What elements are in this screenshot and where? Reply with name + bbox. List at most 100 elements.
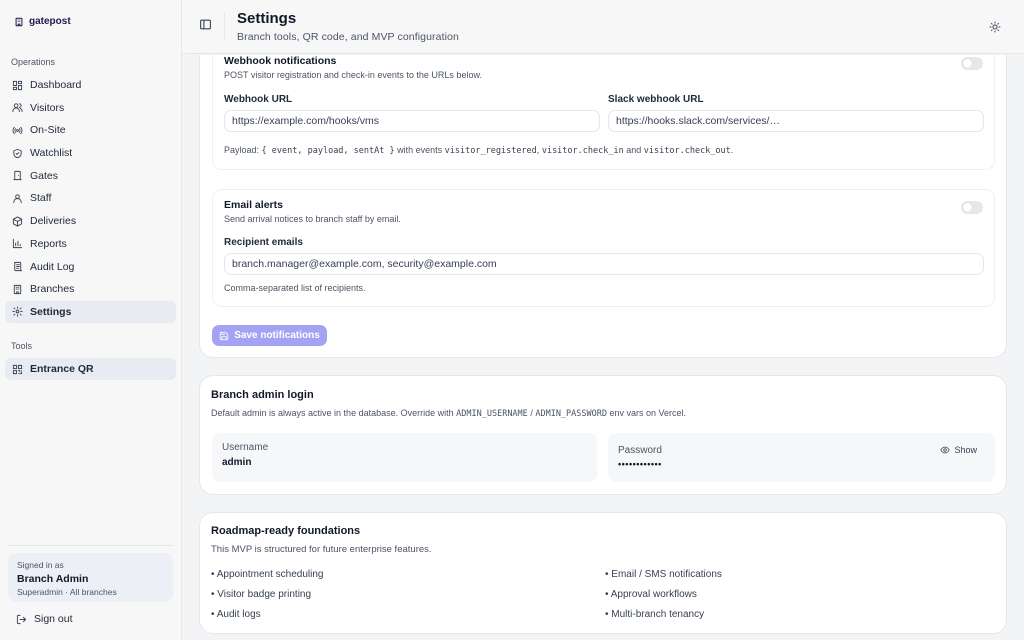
password-label: Password bbox=[618, 445, 662, 456]
sidebar-item-staff[interactable]: Staff bbox=[5, 187, 176, 209]
tools-nav: Entrance QR bbox=[5, 358, 176, 381]
sidebar-item-on-site[interactable]: On-Site bbox=[5, 119, 176, 141]
radio-icon bbox=[12, 126, 23, 135]
payload-end: . bbox=[730, 145, 734, 155]
recipient-emails-input[interactable]: branch.manager@example.com, security@exa… bbox=[224, 253, 984, 275]
signed-in-label: Signed in as bbox=[17, 560, 64, 570]
username-box: Username admin bbox=[212, 433, 597, 482]
sidebar-item-audit-log[interactable]: Audit Log bbox=[5, 256, 176, 278]
sidebar-item-label: Branches bbox=[30, 283, 75, 296]
event-check-out: visitor.check_out bbox=[643, 146, 731, 156]
sidebar-item-label: Audit Log bbox=[30, 260, 75, 273]
building-icon bbox=[15, 17, 23, 26]
group-label-tools: Tools bbox=[11, 341, 33, 351]
sidebar-divider bbox=[8, 545, 174, 546]
bar-chart-icon bbox=[12, 239, 23, 249]
payload-sep: , bbox=[536, 145, 540, 155]
show-password-button[interactable]: Show bbox=[940, 445, 977, 455]
sidebar-item-label: Settings bbox=[30, 305, 72, 318]
payload-mid: with events bbox=[397, 145, 443, 155]
notifications-card: Webhook notifications POST visitor regis… bbox=[199, 55, 1007, 358]
user-icon bbox=[13, 194, 22, 204]
gear-icon bbox=[12, 306, 23, 317]
recipient-emails-hint: Comma-separated list of recipients. bbox=[224, 283, 366, 293]
sidebar: gatepost Operations Dashboard Visitors O… bbox=[0, 0, 182, 640]
roadmap-item: • Visitor badge printing bbox=[211, 589, 312, 600]
sidebar-item-gates[interactable]: Gates bbox=[5, 165, 176, 187]
group-label-operations: Operations bbox=[11, 57, 56, 67]
eye-icon bbox=[940, 446, 951, 454]
payload-prefix: Payload: bbox=[224, 145, 260, 155]
theme-toggle-button[interactable] bbox=[985, 17, 1005, 37]
main-content: Webhook notifications POST visitor regis… bbox=[182, 55, 1024, 640]
sidebar-item-label: On-Site bbox=[30, 124, 66, 137]
sidebar-toggle-button[interactable] bbox=[199, 18, 213, 32]
webhook-title: Webhook notifications bbox=[224, 55, 337, 67]
sidebar-item-label: Visitors bbox=[30, 101, 65, 114]
username-label: Username bbox=[222, 442, 269, 453]
recipient-emails-label: Recipient emails bbox=[224, 237, 303, 248]
email-alerts-description: Send arrival notices to branch staff by … bbox=[224, 214, 401, 224]
admin-desc-prefix: Default admin is always active in the da… bbox=[211, 408, 454, 418]
webhook-toggle[interactable] bbox=[961, 57, 983, 70]
sidebar-item-watchlist[interactable]: Watchlist bbox=[5, 142, 176, 164]
page-title: Settings bbox=[237, 10, 297, 27]
log-icon bbox=[14, 261, 23, 272]
event-check-in: visitor.check_in bbox=[541, 146, 624, 156]
sidebar-nav: Dashboard Visitors On-Site Watchlist Gat… bbox=[5, 74, 176, 324]
sidebar-item-deliveries[interactable]: Deliveries bbox=[5, 210, 176, 232]
email-section: Email alerts Send arrival notices to bra… bbox=[212, 189, 995, 307]
payload-code: { event, payload, sentAt } bbox=[261, 146, 395, 156]
slack-url-input[interactable]: https://hooks.slack.com/services/… bbox=[608, 110, 984, 132]
sidebar-item-settings[interactable]: Settings bbox=[5, 300, 176, 323]
webhook-url-input[interactable]: https://example.com/hooks/vms bbox=[224, 110, 600, 132]
sidebar-item-branches[interactable]: Branches bbox=[5, 278, 176, 300]
env-password: ADMIN_PASSWORD bbox=[535, 409, 607, 419]
dashboard-icon bbox=[12, 80, 23, 90]
roadmap-title: Roadmap-ready foundations bbox=[211, 525, 361, 537]
event-registered: visitor_registered bbox=[444, 146, 537, 156]
sun-icon bbox=[989, 21, 1001, 33]
building-icon bbox=[13, 284, 22, 294]
users-icon bbox=[12, 103, 23, 113]
sidebar-item-entrance-qr[interactable]: Entrance QR bbox=[5, 358, 176, 380]
panel-left-icon bbox=[200, 19, 211, 30]
sidebar-item-reports[interactable]: Reports bbox=[5, 233, 176, 255]
admin-login-title: Branch admin login bbox=[211, 389, 314, 401]
roadmap-card: Roadmap-ready foundations This MVP is st… bbox=[199, 512, 1007, 634]
sidebar-item-label: Deliveries bbox=[30, 215, 77, 228]
sidebar-item-visitors[interactable]: Visitors bbox=[5, 97, 176, 119]
sidebar-item-label: Staff bbox=[30, 192, 52, 205]
header-separator bbox=[224, 12, 225, 40]
save-notifications-button[interactable]: Save notifications bbox=[212, 325, 327, 346]
password-box: Password •••••••••••• Show bbox=[608, 433, 995, 482]
top-header: Settings Branch tools, QR code, and MVP … bbox=[182, 0, 1024, 54]
admin-desc-suffix: env vars on Vercel. bbox=[609, 408, 687, 418]
webhook-url-label: Webhook URL bbox=[224, 94, 293, 105]
webhook-description: POST visitor registration and check-in e… bbox=[224, 70, 482, 80]
payload-and: and bbox=[626, 145, 642, 155]
sign-out-button[interactable]: Sign out bbox=[16, 613, 73, 625]
username-value: admin bbox=[222, 457, 252, 468]
roadmap-item: • Audit logs bbox=[211, 609, 261, 620]
qr-icon bbox=[12, 364, 23, 374]
sidebar-item-dashboard[interactable]: Dashboard bbox=[5, 74, 176, 96]
webhook-section: Webhook notifications POST visitor regis… bbox=[212, 55, 995, 170]
roadmap-item: • Email / SMS notifications bbox=[605, 569, 722, 580]
password-value: •••••••••••• bbox=[618, 459, 662, 469]
email-alerts-toggle[interactable] bbox=[961, 201, 983, 214]
save-icon bbox=[220, 331, 229, 340]
sidebar-item-label: Watchlist bbox=[30, 147, 73, 160]
signed-in-role: Superadmin · All branches bbox=[17, 587, 117, 597]
admin-login-card: Branch admin login Default admin is alwa… bbox=[199, 375, 1007, 495]
admin-login-description: Default admin is always active in the da… bbox=[211, 408, 686, 419]
door-icon bbox=[13, 171, 22, 181]
shield-icon bbox=[13, 148, 22, 158]
sidebar-item-label: Dashboard bbox=[30, 79, 82, 91]
roadmap-item: • Multi-branch tenancy bbox=[605, 609, 705, 620]
brand-logo[interactable]: gatepost bbox=[14, 16, 71, 27]
sidebar-item-label: Entrance QR bbox=[30, 363, 94, 375]
slack-url-label: Slack webhook URL bbox=[608, 94, 704, 105]
save-notifications-label: Save notifications bbox=[234, 330, 320, 341]
email-alerts-title: Email alerts bbox=[224, 199, 283, 211]
